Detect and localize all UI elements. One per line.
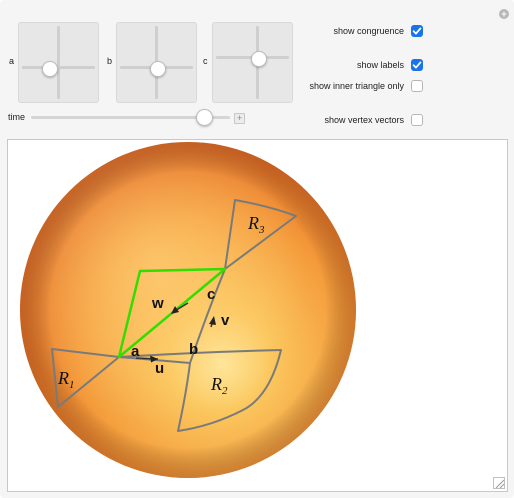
pad-a-knob[interactable] — [42, 61, 58, 77]
expand-options-icon[interactable]: + — [499, 9, 509, 19]
show-labels-label: show labels — [356, 60, 404, 70]
checkmark-icon — [412, 27, 422, 35]
pad-a-label: a — [9, 56, 15, 66]
checkmark-icon — [412, 61, 422, 69]
label-w: w — [151, 295, 164, 312]
manipulate-panel: + a b c show congruence show labels show… — [0, 0, 514, 498]
label-v: v — [221, 312, 230, 329]
time-animate-plus-icon[interactable]: + — [234, 113, 245, 124]
show-labels-checkbox[interactable] — [411, 59, 423, 71]
pad-a-vertical-guide — [57, 26, 60, 99]
label-b: b — [189, 341, 198, 358]
pad-b-knob[interactable] — [150, 61, 166, 77]
sphere-shade — [20, 142, 356, 478]
pad-b-label: b — [107, 56, 113, 66]
show-congruence-label: show congruence — [333, 26, 404, 36]
graphics-view[interactable]: a b c u v w R1 R2 R3 — [7, 139, 508, 492]
sphere-scene[interactable]: a b c u v w R1 R2 R3 — [8, 140, 507, 491]
resize-grip-icon[interactable] — [493, 477, 505, 489]
show-vertex-vectors-label: show vertex vectors — [324, 115, 404, 125]
show-inner-triangle-only-checkbox[interactable] — [411, 80, 423, 92]
time-slider-thumb[interactable] — [196, 109, 214, 126]
pad-c-label: c — [203, 56, 208, 66]
label-a: a — [131, 343, 140, 360]
time-label: time — [8, 112, 26, 122]
pad-b[interactable] — [116, 22, 197, 103]
show-inner-triangle-only-label: show inner triangle only — [309, 81, 404, 91]
pad-c-knob[interactable] — [251, 51, 267, 67]
show-congruence-checkbox[interactable] — [411, 25, 423, 37]
pad-a[interactable] — [18, 22, 99, 103]
label-u: u — [155, 360, 164, 377]
pad-c[interactable] — [212, 22, 293, 103]
label-c: c — [207, 286, 215, 303]
show-vertex-vectors-checkbox[interactable] — [411, 114, 423, 126]
